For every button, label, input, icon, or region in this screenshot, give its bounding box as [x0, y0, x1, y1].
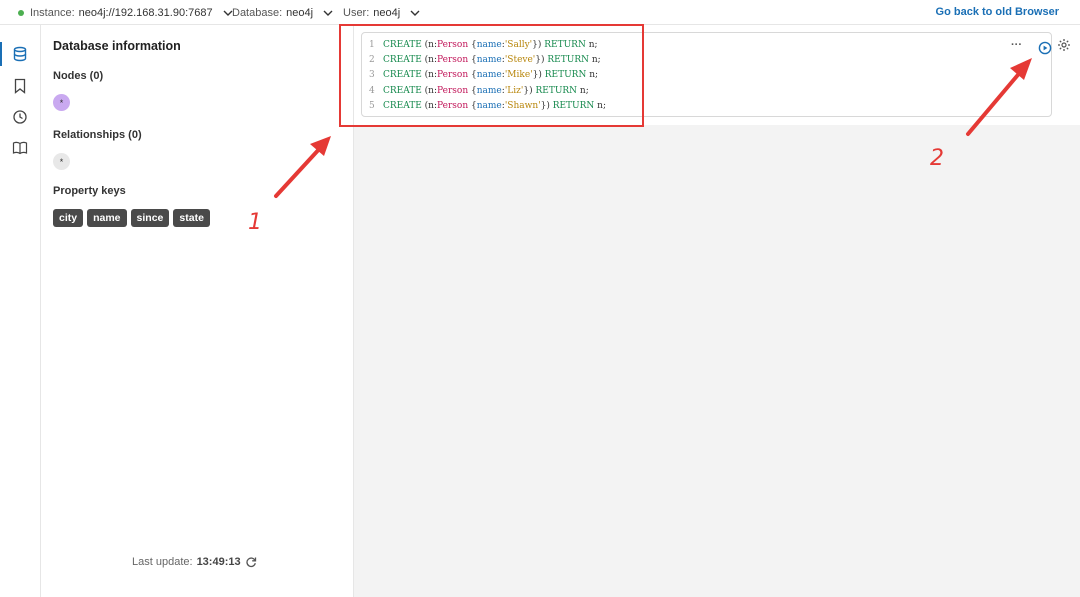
panel-title: Database information: [53, 39, 181, 53]
instance-selector[interactable]: Instance: neo4j://192.168.31.90:7687: [18, 6, 235, 20]
annotation-step-1: 1: [248, 210, 262, 235]
book-icon[interactable]: [11, 139, 29, 157]
back-to-old-browser-link[interactable]: Go back to old Browser: [936, 6, 1059, 18]
last-update-time: 13:49:13: [196, 556, 241, 568]
run-query-icon[interactable]: [1038, 41, 1052, 55]
more-options-button[interactable]: ···: [1011, 39, 1022, 51]
property-key-tag[interactable]: state: [173, 209, 210, 227]
active-indicator: [0, 42, 2, 66]
connection-status-dot: [18, 10, 24, 16]
property-key-tag[interactable]: since: [130, 209, 170, 227]
relationship-type-chip[interactable]: *: [53, 153, 70, 170]
annotation-highlight-box: [339, 24, 644, 127]
property-key-tag[interactable]: name: [87, 209, 127, 227]
property-keys-heading: Property keys: [53, 185, 126, 197]
bookmark-icon[interactable]: [11, 77, 29, 95]
last-update-label: Last update:: [132, 556, 193, 568]
last-update: Last update: 13:49:13: [132, 556, 257, 568]
database-label: Database:: [232, 7, 283, 19]
relationships-heading: Relationships (0): [53, 129, 142, 141]
instance-label: Instance:: [30, 7, 75, 19]
database-selector[interactable]: Database: neo4j: [232, 6, 335, 20]
history-icon[interactable]: [11, 108, 29, 126]
user-label: User:: [343, 7, 370, 19]
chevron-down-icon: [323, 10, 333, 16]
annotation-step-2: 2: [930, 146, 944, 171]
property-keys-list: city name since state: [53, 209, 210, 227]
refresh-icon[interactable]: [245, 556, 257, 568]
nodes-heading: Nodes (0): [53, 70, 104, 82]
user-selector[interactable]: User: neo4j: [343, 6, 422, 20]
database-info-panel: Database information Nodes (0) * Relatio…: [41, 25, 354, 597]
instance-value: neo4j://192.168.31.90:7687: [78, 7, 213, 19]
property-key-tag[interactable]: city: [53, 209, 84, 227]
database-icon[interactable]: [11, 45, 29, 63]
icon-rail: [0, 25, 41, 597]
database-value: neo4j: [286, 7, 314, 19]
chevron-down-icon: [410, 10, 420, 16]
user-value: neo4j: [373, 7, 401, 19]
gear-icon[interactable]: [1057, 38, 1071, 52]
top-bar: Instance: neo4j://192.168.31.90:7687 Dat…: [0, 0, 1080, 25]
node-label-chip[interactable]: *: [53, 94, 70, 111]
